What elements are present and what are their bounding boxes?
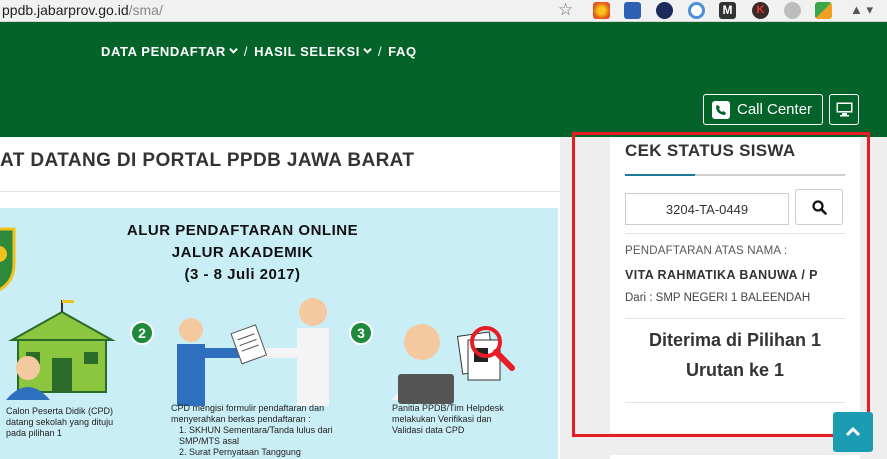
translate-icon[interactable]: [624, 2, 641, 19]
step-1-text: Calon Peserta Didik (CPD) datang sekolah…: [6, 406, 114, 438]
chevron-down-icon: [363, 47, 372, 54]
handover-documents-illustration-icon: [177, 298, 329, 406]
title-divider: [0, 191, 560, 192]
registration-number-input[interactable]: [625, 193, 789, 225]
monitor-icon: [836, 102, 852, 117]
status-card: [610, 137, 860, 433]
main-nav: DATA PENDAFTAR / HASIL SELEKSI / FAQ: [101, 44, 417, 59]
browser-toolbar: ppdb.jabarprov.go.id/sma/ ☆ M K ▲ ▾: [0, 0, 887, 22]
infographic-title-line: ALUR PENDAFTARAN ONLINE: [126, 222, 359, 239]
m-icon[interactable]: M: [719, 2, 736, 19]
nav-separator: /: [377, 44, 383, 59]
clock-icon[interactable]: [688, 2, 705, 19]
step-2-description: CPD mengisi formulir pendaftaran dan men…: [171, 403, 325, 424]
nav-item-hasil-seleksi[interactable]: HASIL SELEKSI: [254, 44, 372, 59]
school-illustration-icon: [6, 300, 116, 400]
nav-separator: /: [243, 44, 249, 59]
infographic-title-line: (3 - 8 Juli 2017): [184, 266, 301, 283]
vpn-icon[interactable]: ▲ ▾: [850, 2, 873, 18]
page-title: AT DATANG DI PORTAL PPDB JAWA BARAT: [0, 150, 415, 171]
card-title: CEK STATUS SISWA: [625, 141, 796, 160]
nav-item-data-pendaftar[interactable]: DATA PENDAFTAR: [101, 44, 238, 59]
search-button[interactable]: [795, 189, 843, 225]
call-center-label: Call Center: [737, 101, 813, 118]
site-header: DATA PENDAFTAR / HASIL SELEKSI / FAQ Call Ce…: [0, 22, 887, 137]
origin-school: Dari : SMP NEGERI 1 BALEENDAH: [625, 292, 811, 304]
search-icon: [811, 199, 827, 215]
second-card: [610, 455, 860, 459]
divider: [625, 233, 845, 234]
chevron-up-icon: [845, 427, 861, 437]
infographic-title: ALUR PENDAFTARAN ONLINE JALUR AKADEMIK (…: [125, 220, 360, 286]
step-3-text: Panitia PPDB/Tim Helpdesk melakukan Veri…: [392, 403, 504, 435]
selection-status: Diterima di Pilihan 1: [648, 330, 822, 350]
bookmark-star-icon[interactable]: ☆: [558, 0, 573, 20]
step-2-badge: 2: [130, 321, 154, 345]
step-2-list-item: 1. SKHUN Sementara/Tanda lulus dari SMP/…: [179, 425, 333, 446]
arrows-icon[interactable]: [815, 2, 832, 19]
nav-label: HASIL SELEKSI: [254, 44, 360, 59]
jabar-logo-icon: [0, 227, 16, 292]
infographic-title-line: JALUR AKADEMIK: [171, 244, 314, 261]
step-2-text: CPD mengisi formulir pendaftaran dan men…: [171, 403, 371, 458]
rank-status: Urutan ke 1: [685, 360, 785, 380]
student-name: VITA RAHMATIKA BANUWA / P: [625, 268, 818, 282]
url-host: ppdb.jabarprov.go.id: [2, 2, 129, 18]
phone-icon: [712, 100, 730, 119]
divider: [625, 402, 845, 403]
step-2-list-item: 2. Surat Pernyataan Tanggung: [179, 447, 301, 457]
url-path: /sma/: [128, 2, 163, 18]
registered-name-label: PENDAFTARAN ATAS NAMA :: [625, 245, 788, 257]
step-3-badge: 3: [349, 321, 373, 345]
call-center-button[interactable]: Call Center: [703, 94, 823, 125]
globe-icon[interactable]: [784, 2, 801, 19]
k-icon[interactable]: K: [752, 2, 769, 19]
pinwheel-icon[interactable]: [593, 2, 610, 19]
address-bar[interactable]: ppdb.jabarprov.go.id/sma/: [2, 2, 163, 18]
nav-label: DATA PENDAFTAR: [101, 44, 226, 59]
scroll-to-top-button[interactable]: [833, 412, 873, 452]
divider: [625, 318, 845, 319]
chevron-down-icon: [229, 47, 238, 54]
monitor-button[interactable]: [829, 94, 859, 125]
nav-item-faq[interactable]: FAQ: [388, 44, 417, 59]
speedometer-icon[interactable]: [656, 2, 673, 19]
verification-illustration-icon: [392, 324, 515, 404]
infographic: ALUR PENDAFTARAN ONLINE JALUR AKADEMIK (…: [0, 208, 558, 459]
nav-label: FAQ: [388, 44, 417, 59]
card-title-accent: [625, 174, 695, 176]
